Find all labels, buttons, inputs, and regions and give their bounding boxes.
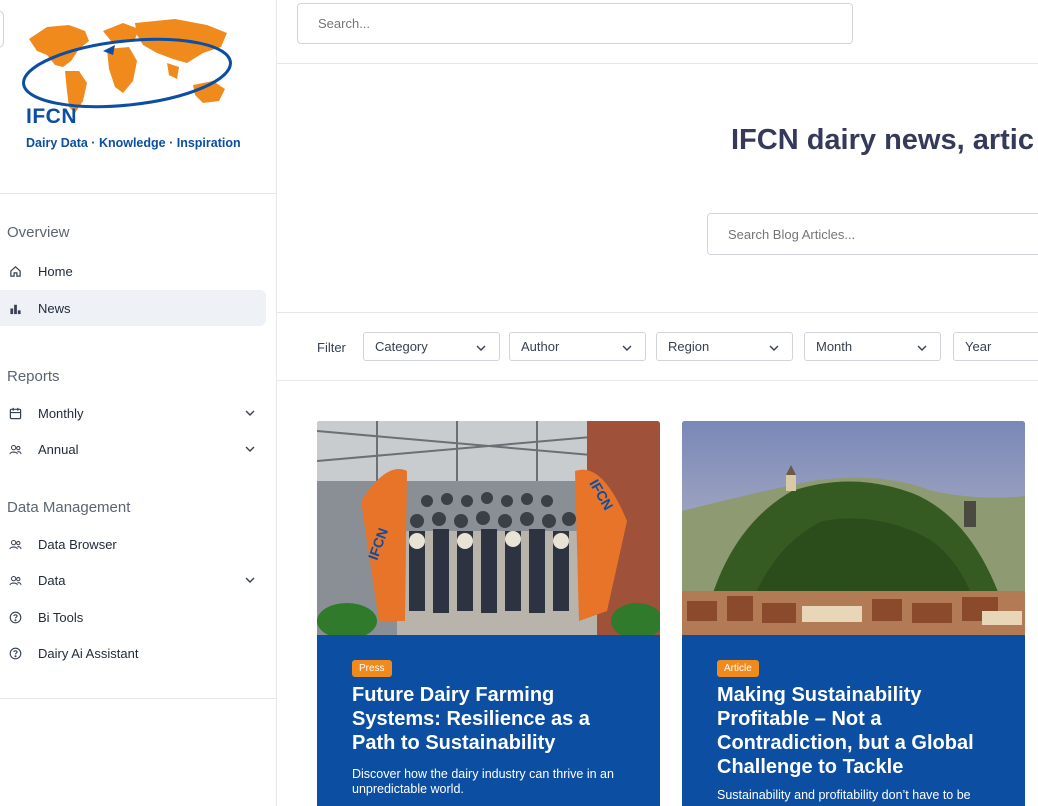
users-icon <box>8 442 22 456</box>
sidebar-item-label: Data Browser <box>38 536 117 552</box>
bar-chart-icon <box>8 301 22 315</box>
users-icon <box>8 573 22 587</box>
select-value: Month <box>816 339 853 354</box>
hero-divider <box>277 312 1038 313</box>
sidebar-divider <box>0 193 276 194</box>
sidebar-item-data[interactable]: Data <box>0 562 266 598</box>
select-value: Region <box>668 339 710 354</box>
sidebar-item-news[interactable]: News <box>0 290 266 326</box>
sidebar: IFCN Dairy Data · Knowledge · Inspiratio… <box>0 0 277 806</box>
ifcn-logo[interactable]: IFCN Dairy Data · Knowledge · Inspiratio… <box>7 9 249 165</box>
chevron-down-icon <box>476 345 486 351</box>
card-title[interactable]: Making Sustainability Profitable – Not a… <box>717 683 987 779</box>
chevron-down-icon <box>917 345 927 351</box>
logo-tagline: Dairy Data · Knowledge · Inspiration <box>26 136 241 150</box>
card-title[interactable]: Future Dairy Farming Systems: Resilience… <box>352 683 622 755</box>
news-card[interactable]: Article Making Sustainability Profitable… <box>682 421 1025 806</box>
sidebar-item-home[interactable]: Home <box>0 253 266 289</box>
chevron-down-icon <box>769 345 779 351</box>
city-hill-image <box>682 421 1025 635</box>
filter-divider <box>277 380 1038 381</box>
group-photo-image: IFCN IFCN <box>317 421 660 635</box>
section-title-overview: Overview <box>7 224 70 241</box>
sidebar-item-label: Annual <box>38 441 79 457</box>
select-value: Year <box>965 339 992 354</box>
blog-search-input[interactable] <box>707 213 1038 255</box>
author-select[interactable]: Author <box>509 332 646 361</box>
month-select[interactable]: Month <box>804 332 941 361</box>
sidebar-item-label: Monthly <box>38 405 84 421</box>
page-title: IFCN dairy news, artic <box>731 124 1034 156</box>
year-select[interactable]: Year <box>953 332 1038 361</box>
sidebar-item-data-browser[interactable]: Data Browser <box>0 526 266 562</box>
sidebar-item-dairy-ai-assistant[interactable]: Dairy Ai Assistant <box>0 635 266 671</box>
section-title-reports: Reports <box>7 368 60 385</box>
category-badge: Article <box>717 660 759 677</box>
search-input[interactable] <box>297 3 853 44</box>
home-icon <box>8 264 22 278</box>
card-description: Discover how the dairy industry can thri… <box>352 767 614 796</box>
sidebar-item-label: Home <box>38 263 73 279</box>
sidebar-item-label: Bi Tools <box>38 609 84 625</box>
region-select[interactable]: Region <box>656 332 793 361</box>
sidebar-divider <box>0 698 276 699</box>
filter-label: Filter <box>317 340 346 355</box>
help-circle-icon <box>8 610 22 624</box>
sidebar-item-label: News <box>38 300 71 316</box>
section-title-data-management: Data Management <box>7 499 131 516</box>
sidebar-item-label: Dairy Ai Assistant <box>38 645 139 661</box>
help-circle-icon <box>8 646 22 660</box>
select-value: Author <box>521 339 560 354</box>
sidebar-item-label: Data <box>38 572 66 588</box>
select-value: Category <box>375 339 428 354</box>
chevron-down-icon[interactable] <box>244 407 256 419</box>
sidebar-item-annual[interactable]: Annual <box>0 431 266 467</box>
calendar-icon <box>8 406 22 420</box>
header-divider <box>277 63 1038 64</box>
sidebar-item-bi-tools[interactable]: Bi Tools <box>0 599 266 635</box>
main-content: IFCN dairy news, artic Filter Category A… <box>277 0 1038 806</box>
users-icon <box>8 537 22 551</box>
category-badge: Press <box>352 660 392 677</box>
chevron-down-icon[interactable] <box>244 574 256 586</box>
sidebar-toggle-tab[interactable] <box>0 10 4 48</box>
sidebar-item-monthly[interactable]: Monthly <box>0 395 266 431</box>
news-card[interactable]: IFCN IFCN Press Future Dairy Farming Sys… <box>317 421 660 806</box>
card-description: Sustainability and profitability don’t h… <box>717 788 971 802</box>
category-select[interactable]: Category <box>363 332 500 361</box>
logo-wordmark: IFCN <box>26 105 77 128</box>
app-root: IFCN Dairy Data · Knowledge · Inspiratio… <box>0 0 1038 806</box>
chevron-down-icon <box>622 345 632 351</box>
chevron-down-icon[interactable] <box>244 443 256 455</box>
